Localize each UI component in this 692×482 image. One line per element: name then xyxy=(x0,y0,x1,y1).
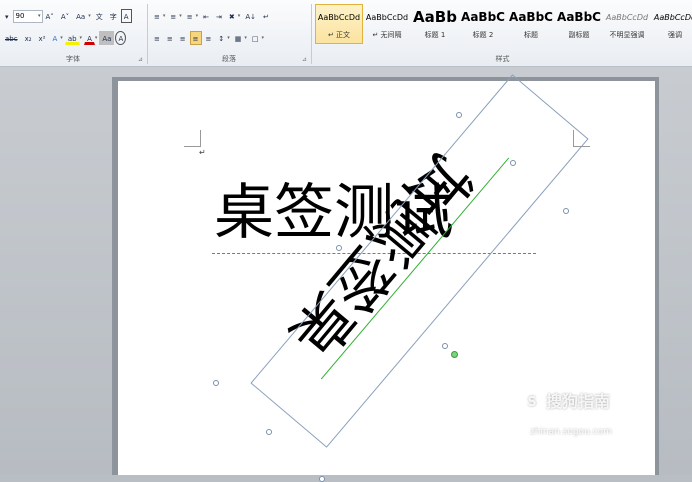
style-preview: AaBbCcDd xyxy=(605,13,649,22)
style-heading-1[interactable]: AaBb 标题 1 xyxy=(411,4,459,44)
watermark-brand: 搜狗指南 xyxy=(546,392,611,411)
justify-button[interactable]: ≡ xyxy=(189,31,202,45)
chevron-down-icon[interactable]: ▾ xyxy=(163,13,166,19)
style-normal[interactable]: AaBbCcDd ↵ 正文 xyxy=(315,4,363,44)
line-spacing-button[interactable]: ↕ xyxy=(215,31,227,45)
watermark: S 搜狗指南 zhinan.sogou.com xyxy=(520,388,612,437)
superscript-button[interactable]: x² xyxy=(36,31,49,45)
style-name: 强调 xyxy=(668,31,682,39)
style-preview: AaBbC xyxy=(461,10,505,24)
style-preview: AaBbC xyxy=(557,10,601,24)
resize-handle[interactable] xyxy=(456,112,462,118)
resize-handle[interactable] xyxy=(336,245,342,251)
chevron-down-icon[interactable]: ▾ xyxy=(38,11,41,22)
font-color-button[interactable]: A xyxy=(84,31,95,45)
increase-indent-button[interactable]: ⇥ xyxy=(213,9,225,23)
styles-gallery: AaBbCcDd ↵ 正文 AaBbCcDd ↵ 无间隔 AaBb 标题 1 A… xyxy=(313,4,692,50)
dialog-launcher-icon[interactable]: ⊿ xyxy=(138,56,143,63)
multilevel-list-button[interactable]: ≡ xyxy=(184,9,196,23)
align-left-button[interactable]: ≡ xyxy=(151,31,163,45)
ribbon: ▾ 90 ▾ A˄ A˅ Aa ▾ 文 字 A abc x₂ x² A ▾ ab… xyxy=(0,0,692,67)
style-name: 标题 xyxy=(524,31,538,39)
show-marks-button[interactable]: ↵ xyxy=(260,9,272,23)
char-shading-button[interactable]: Aa xyxy=(99,31,115,45)
style-preview: AaBb xyxy=(413,8,457,26)
char-border-button[interactable]: A xyxy=(120,9,132,23)
bullets-button[interactable]: ≡ xyxy=(151,9,163,23)
subscript-button[interactable]: x₂ xyxy=(22,31,35,45)
dialog-launcher-icon[interactable]: ⊿ xyxy=(302,56,307,63)
enclose-char-button[interactable]: A xyxy=(115,31,127,45)
sogou-logo-icon: S xyxy=(520,390,544,415)
style-name: 副标题 xyxy=(568,31,590,39)
paragraph-mark: ↵ xyxy=(199,148,206,157)
clear-format-button[interactable]: 文 xyxy=(93,9,106,23)
align-right-button[interactable]: ≡ xyxy=(177,31,189,45)
text-effects-button[interactable]: A xyxy=(50,31,61,45)
chevron-down-icon[interactable]: ▾ xyxy=(60,35,63,41)
numbering-button[interactable]: ≡ xyxy=(167,9,179,23)
chevron-down-icon[interactable]: ▾ xyxy=(80,35,83,41)
font-group: ▾ 90 ▾ A˄ A˅ Aa ▾ 文 字 A abc x₂ x² A ▾ ab… xyxy=(0,0,146,66)
font-name-arrow[interactable]: ▾ xyxy=(2,9,12,23)
phonetic-guide-button[interactable]: 字 xyxy=(107,9,120,23)
chinese-layout-button[interactable]: ✖ xyxy=(226,9,238,23)
style-name: 不明显强调 xyxy=(609,31,645,39)
style-name: 标题 1 xyxy=(424,31,446,39)
resize-handle[interactable] xyxy=(213,380,219,386)
chevron-down-icon[interactable]: ▾ xyxy=(244,35,247,41)
chevron-down-icon[interactable]: ▾ xyxy=(262,35,265,41)
paragraph-group: ≡ ▾ ≡ ▾ ≡ ▾ ⇤ ⇥ ✖ ▾ A↓ ↵ ≡ ≡ ≡ ≡ ≡ ↕ ▾ ▦… xyxy=(148,0,310,66)
font-group-label: 字体 xyxy=(66,55,80,63)
resize-handle[interactable] xyxy=(319,476,325,482)
font-size-value: 90 xyxy=(15,11,25,20)
shading-button[interactable]: ▦ xyxy=(232,31,245,45)
chevron-down-icon[interactable]: ▾ xyxy=(88,13,91,19)
chevron-down-icon[interactable]: ▾ xyxy=(196,13,199,19)
strikethrough-button[interactable]: abc xyxy=(2,31,21,45)
resize-handle[interactable] xyxy=(442,343,448,349)
resize-handle[interactable] xyxy=(563,208,569,214)
paragraph-group-label: 段落 xyxy=(222,55,236,63)
chevron-down-icon[interactable]: ▾ xyxy=(227,35,230,41)
style-preview: AaBbCcDd xyxy=(317,13,361,22)
style-emphasis[interactable]: AaBbCcDd 强调 xyxy=(651,4,692,44)
font-size-field[interactable]: 90 ▾ xyxy=(12,9,43,23)
style-name: ↵ 正文 xyxy=(327,31,351,39)
chevron-down-icon[interactable]: ▾ xyxy=(95,35,98,41)
highlight-button[interactable]: ab xyxy=(64,31,80,45)
style-title[interactable]: AaBbC 标题 xyxy=(507,4,555,44)
shrink-font-button[interactable]: A˅ xyxy=(58,9,72,23)
resize-handle[interactable] xyxy=(266,429,272,435)
margin-corner-mark xyxy=(184,130,201,147)
decrease-indent-button[interactable]: ⇤ xyxy=(200,9,212,23)
group-divider xyxy=(311,4,312,64)
style-heading-2[interactable]: AaBbC 标题 2 xyxy=(459,4,507,44)
borders-button[interactable]: □ xyxy=(249,31,262,45)
style-no-spacing[interactable]: AaBbCcDd ↵ 无间隔 xyxy=(363,4,411,44)
sort-button[interactable]: A↓ xyxy=(242,9,259,23)
rotation-handle[interactable] xyxy=(451,351,458,358)
style-preview: AaBbCcDd xyxy=(653,13,692,22)
style-subtle-emphasis[interactable]: AaBbCcDd 不明显强调 xyxy=(603,4,651,44)
styles-group-label: 样式 xyxy=(495,55,510,63)
style-preview: AaBbCcDd xyxy=(365,13,409,22)
grow-font-button[interactable]: A˄ xyxy=(43,9,57,23)
style-name: 标题 2 xyxy=(472,31,494,39)
margin-corner-mark xyxy=(573,130,590,147)
resize-handle[interactable] xyxy=(510,160,516,166)
style-preview: AaBbC xyxy=(509,10,553,24)
distributed-button[interactable]: ≡ xyxy=(203,31,215,45)
change-case-button[interactable]: Aa xyxy=(73,9,88,23)
style-name: ↵ 无间隔 xyxy=(372,31,402,39)
chevron-down-icon[interactable]: ▾ xyxy=(238,13,241,19)
chevron-down-icon[interactable]: ▾ xyxy=(179,13,182,19)
align-center-button[interactable]: ≡ xyxy=(164,31,176,45)
style-subtitle[interactable]: AaBbC 副标题 xyxy=(555,4,603,44)
watermark-url: zhinan.sogou.com xyxy=(530,426,612,437)
